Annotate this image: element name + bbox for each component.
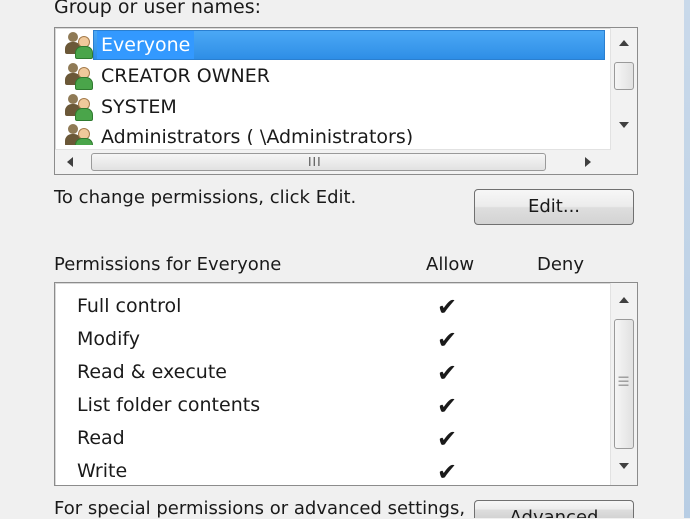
user-group-icon (63, 123, 97, 145)
user-name: SYSTEM (101, 96, 177, 118)
permission-name: Read (77, 427, 125, 449)
permission-row: Write ✔ (77, 456, 597, 486)
scroll-right-arrow-icon[interactable] (585, 157, 591, 167)
permission-name: Read & execute (77, 361, 227, 383)
allow-check-icon: ✔ (437, 326, 458, 354)
deny-column-header: Deny (537, 254, 584, 275)
change-permissions-hint: To change permissions, click Edit. (54, 187, 357, 208)
special-permissions-hint: For special permissions or advanced sett… (54, 498, 466, 519)
scrollbar-corner (611, 150, 637, 174)
scrollbar-grip: — — — (618, 370, 629, 391)
window-frame-edge (684, 0, 690, 518)
allow-column-header: Allow (426, 254, 475, 275)
user-name: Administrators ( \Administrators) (101, 126, 414, 145)
permission-row: Modify ✔ (77, 324, 597, 357)
permissions-list: Full control ✔ Modify ✔ Read & execute ✔… (54, 282, 638, 486)
allow-check-icon: ✔ (437, 458, 458, 486)
allow-check-icon: ✔ (437, 392, 458, 420)
user-name: Everyone (97, 31, 195, 59)
list-item-user[interactable]: Administrators ( \Administrators) (63, 123, 603, 145)
user-group-icon (63, 62, 97, 90)
edit-button[interactable]: Edit... (474, 189, 634, 225)
allow-check-icon: ✔ (437, 359, 458, 387)
list-item-user[interactable]: CREATOR OWNER (63, 61, 603, 91)
group-list-vertical-scrollbar[interactable] (610, 28, 637, 150)
permission-name: List folder contents (77, 394, 261, 416)
group-list-horizontal-scrollbar[interactable]: III (55, 149, 611, 174)
permission-row: Full control ✔ (77, 291, 597, 324)
permission-name: Write (77, 460, 128, 482)
group-list-label: Group or user names: (54, 0, 262, 18)
scroll-left-arrow-icon[interactable] (67, 157, 73, 167)
user-group-icon (63, 31, 97, 59)
user-group-icon (63, 93, 97, 121)
group-user-list[interactable]: Everyone CREATOR OWNER SYSTEM Administra… (54, 27, 638, 175)
permission-name: Full control (77, 295, 182, 317)
permission-row: Read ✔ (77, 423, 597, 456)
scroll-down-arrow-icon[interactable] (619, 463, 629, 469)
allow-check-icon: ✔ (437, 293, 458, 321)
scroll-up-arrow-icon[interactable] (619, 297, 629, 303)
scrollbar-thumb[interactable]: III (91, 153, 546, 171)
permissions-vertical-scrollbar[interactable]: — — — (610, 283, 637, 485)
permission-row: Read & execute ✔ (77, 357, 597, 390)
scroll-up-arrow-icon[interactable] (619, 40, 629, 46)
list-item-user[interactable]: SYSTEM (63, 92, 603, 122)
scrollbar-thumb[interactable] (614, 62, 634, 90)
permission-name: Modify (77, 328, 140, 350)
list-item-user[interactable]: Everyone (63, 30, 603, 60)
user-name: CREATOR OWNER (101, 65, 270, 87)
permissions-header: Permissions for Everyone (54, 254, 282, 275)
advanced-button[interactable]: Advanced (474, 500, 634, 518)
permission-row: List folder contents ✔ (77, 390, 597, 423)
scrollbar-thumb[interactable]: — — — (614, 319, 634, 449)
scrollbar-grip: III (308, 155, 322, 169)
allow-check-icon: ✔ (437, 425, 458, 453)
scroll-down-arrow-icon[interactable] (619, 122, 629, 128)
